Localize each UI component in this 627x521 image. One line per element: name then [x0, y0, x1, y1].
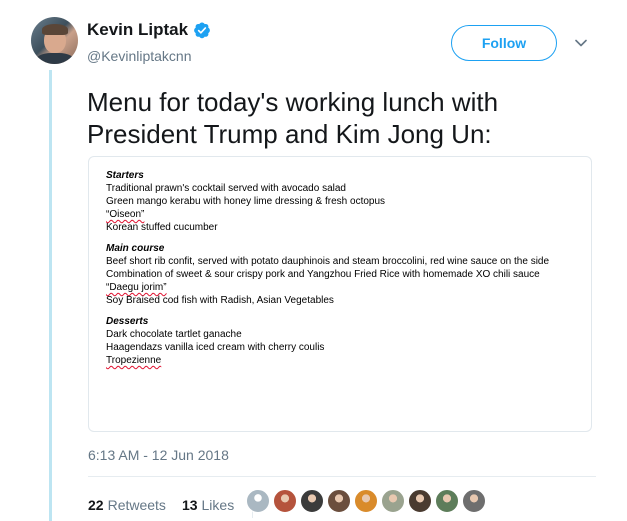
tweet-stats: 22 Retweets 13 Likes	[88, 492, 254, 518]
desserts-heading: Desserts	[106, 316, 149, 327]
menu-line: Green mango kerabu with honey lime dress…	[106, 195, 576, 208]
author-name-row[interactable]: Kevin Liptak	[87, 20, 211, 40]
menu-line-text: Green mango kerabu with honey lime dress…	[106, 196, 386, 207]
default-avatar-icon[interactable]	[246, 489, 270, 513]
divider	[88, 476, 596, 477]
menu-line-text: “Oiseon”	[106, 209, 145, 220]
display-name[interactable]: Kevin Liptak	[87, 20, 188, 40]
menu-line: Dark chocolate tartlet ganache	[106, 329, 242, 340]
retweet-count[interactable]: 22	[88, 497, 104, 513]
user-handle[interactable]: @Kevinliptakcnn	[87, 48, 192, 64]
person-avatar-icon[interactable]	[300, 489, 324, 513]
menu-line: Traditional prawn's cocktail served with…	[106, 183, 346, 194]
retweets-label[interactable]: Retweets	[108, 497, 166, 513]
group-avatar-icon[interactable]	[273, 489, 297, 513]
starters-heading: Starters	[106, 170, 144, 181]
thread-line	[49, 70, 52, 521]
menu-line: Korean stuffed cucumber	[106, 222, 218, 233]
landscape-avatar-icon[interactable]	[435, 489, 459, 513]
menu-line: “Daegu jorim”	[106, 281, 576, 294]
menu-line: Tropezienne	[106, 354, 576, 367]
menu-line: Beef short rib confit, served with potat…	[106, 256, 550, 267]
avatar[interactable]	[31, 17, 78, 64]
follow-button[interactable]: Follow	[451, 25, 557, 61]
like-count[interactable]: 13	[182, 497, 198, 513]
verified-badge-icon	[194, 22, 210, 39]
person-avatar-icon[interactable]	[408, 489, 432, 513]
person-avatar-icon[interactable]	[327, 489, 351, 513]
menu-line: Haagendazs vanilla iced cream with cherr…	[106, 342, 325, 353]
menu-line: Combination of sweet & sour crispy pork …	[106, 269, 540, 280]
cartoon-avatar-icon[interactable]	[354, 489, 378, 513]
tweet-timestamp[interactable]: 6:13 AM - 12 Jun 2018	[88, 447, 229, 463]
tweet-text: Menu for today's working lunch with Pres…	[87, 87, 499, 149]
likes-label[interactable]: Likes	[202, 497, 235, 513]
person-avatar-icon[interactable]	[381, 489, 405, 513]
menu-line-text: “Daegu jorim”	[106, 282, 167, 293]
menu-line: Soy Braised cod fish with Radish, Asian …	[106, 295, 334, 306]
tweet-media-image[interactable]: Starters Traditional prawn's cocktail se…	[88, 156, 592, 432]
menu-document: Starters Traditional prawn's cocktail se…	[106, 169, 576, 367]
main-course-heading: Main course	[106, 243, 165, 254]
menu-line-text: Tropezienne	[106, 355, 162, 366]
menu-line: “Oiseon”	[106, 208, 576, 221]
liker-avatars	[246, 489, 486, 513]
person-avatar-icon[interactable]	[462, 489, 486, 513]
chevron-down-icon[interactable]	[575, 38, 587, 48]
